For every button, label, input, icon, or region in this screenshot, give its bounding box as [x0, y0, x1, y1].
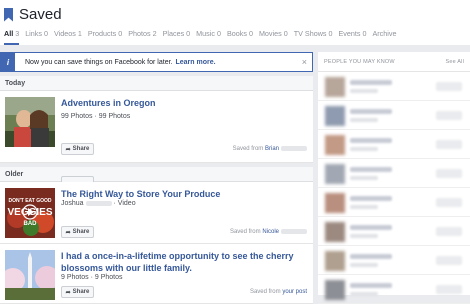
add-friend-button[interactable]: [436, 82, 462, 91]
list-item: I had a once-in-a-lifetime opportunity t…: [0, 244, 313, 304]
share-button[interactable]: ➦ Share: [61, 143, 94, 155]
section-today: Today: [0, 76, 313, 91]
tab-places[interactable]: Places 0: [163, 29, 191, 45]
tab-videos[interactable]: Videos 1: [54, 29, 82, 45]
avatar: [325, 164, 345, 184]
share-icon: ➦: [65, 229, 71, 236]
list-item: DON'T EAT GOOD VEGGIES BAD The Right Way…: [0, 182, 313, 244]
saved-from: Saved from Brian: [233, 146, 307, 152]
item-title[interactable]: I had a once-in-a-lifetime opportunity t…: [61, 250, 306, 274]
sidebar-header: PEOPLE YOU MAY KNOW See All: [318, 52, 470, 72]
person-row[interactable]: [318, 275, 470, 304]
tab-events[interactable]: Events 0: [338, 29, 366, 45]
section-older: Older: [0, 167, 313, 182]
avatar: [325, 280, 345, 300]
add-friend-button[interactable]: [436, 169, 462, 178]
share-button[interactable]: ➦ Share: [61, 226, 94, 238]
page-header: Saved All 3 Links 0 Videos 1 Products 0 Phot…: [0, 0, 470, 45]
add-friend-button[interactable]: [436, 227, 462, 236]
svg-text:BAD: BAD: [24, 221, 38, 227]
see-all-link[interactable]: See All: [445, 59, 464, 65]
person-row[interactable]: [318, 72, 470, 101]
learn-more-link[interactable]: Learn more.: [175, 59, 215, 66]
person-row[interactable]: [318, 130, 470, 159]
avatar: [325, 135, 345, 155]
item-title[interactable]: Adventures in Oregon: [61, 97, 306, 109]
tab-movies[interactable]: Movies 0: [259, 29, 288, 45]
banner-text: Now you can save things on Facebook for …: [25, 58, 173, 66]
person-row[interactable]: [318, 188, 470, 217]
person-row[interactable]: [318, 101, 470, 130]
share-button[interactable]: ➦ Share: [61, 286, 94, 298]
tab-links[interactable]: Links 0: [25, 29, 48, 45]
svg-text:DON'T EAT GOOD: DON'T EAT GOOD: [8, 198, 51, 204]
tab-archive[interactable]: Archive: [372, 29, 396, 45]
list-item: Adventures in Oregon 99 Photos · 99 Phot…: [0, 91, 313, 188]
saved-list: i Now you can save things on Facebook fo…: [0, 52, 313, 304]
page-title-text: Saved: [19, 6, 62, 23]
tab-books[interactable]: Books 0: [227, 29, 253, 45]
tab-photos[interactable]: Photos 2: [128, 29, 156, 45]
info-icon: i: [1, 53, 15, 71]
avatar: [325, 193, 345, 213]
people-you-may-know: PEOPLE YOU MAY KNOW See All: [318, 52, 470, 304]
add-friend-button[interactable]: [436, 111, 462, 120]
item-meta: 99 Photos · 99 Photos: [61, 113, 131, 120]
add-friend-button[interactable]: [436, 140, 462, 149]
item-title[interactable]: The Right Way to Store Your Produce: [61, 188, 306, 200]
tab-all[interactable]: All 3: [4, 29, 20, 45]
filter-tabs: All 3 Links 0 Videos 1 Products 0 Photos 2 Pl…: [4, 29, 402, 45]
avatar: [325, 251, 345, 271]
info-banner: i Now you can save things on Facebook fo…: [0, 52, 313, 72]
item-thumbnail[interactable]: [5, 250, 55, 300]
tab-music[interactable]: Music 0: [196, 29, 221, 45]
item-meta: 9 Photos · 9 Photos: [61, 274, 123, 281]
person-row[interactable]: [318, 217, 470, 246]
share-icon: ➦: [65, 146, 71, 153]
saved-from-link[interactable]: your post: [282, 289, 307, 295]
add-friend-button[interactable]: [436, 198, 462, 207]
saved-from-link[interactable]: Brian: [265, 146, 279, 152]
saved-from: Saved from Nicole: [230, 229, 307, 235]
tab-tv-shows[interactable]: TV Shows 0: [294, 29, 333, 45]
add-friend-button[interactable]: [436, 256, 462, 265]
page-title: Saved: [4, 6, 62, 23]
avatar: [325, 77, 345, 97]
add-friend-button[interactable]: [436, 285, 462, 294]
saved-from: Saved from your post: [249, 289, 307, 295]
bookmark-icon: [4, 7, 13, 22]
person-row[interactable]: [318, 246, 470, 275]
item-thumbnail[interactable]: [5, 97, 55, 147]
person-row[interactable]: [318, 159, 470, 188]
sidebar-heading: PEOPLE YOU MAY KNOW: [324, 58, 395, 65]
avatar: [325, 106, 345, 126]
avatar: [325, 222, 345, 242]
saved-from-link[interactable]: Nicole: [262, 229, 279, 235]
video-thumbnail[interactable]: DON'T EAT GOOD VEGGIES BAD: [5, 188, 55, 238]
tab-products[interactable]: Products 0: [88, 29, 122, 45]
share-icon: ➦: [65, 289, 71, 296]
item-meta: Joshua · Video: [61, 200, 136, 207]
close-icon[interactable]: ×: [302, 57, 307, 67]
